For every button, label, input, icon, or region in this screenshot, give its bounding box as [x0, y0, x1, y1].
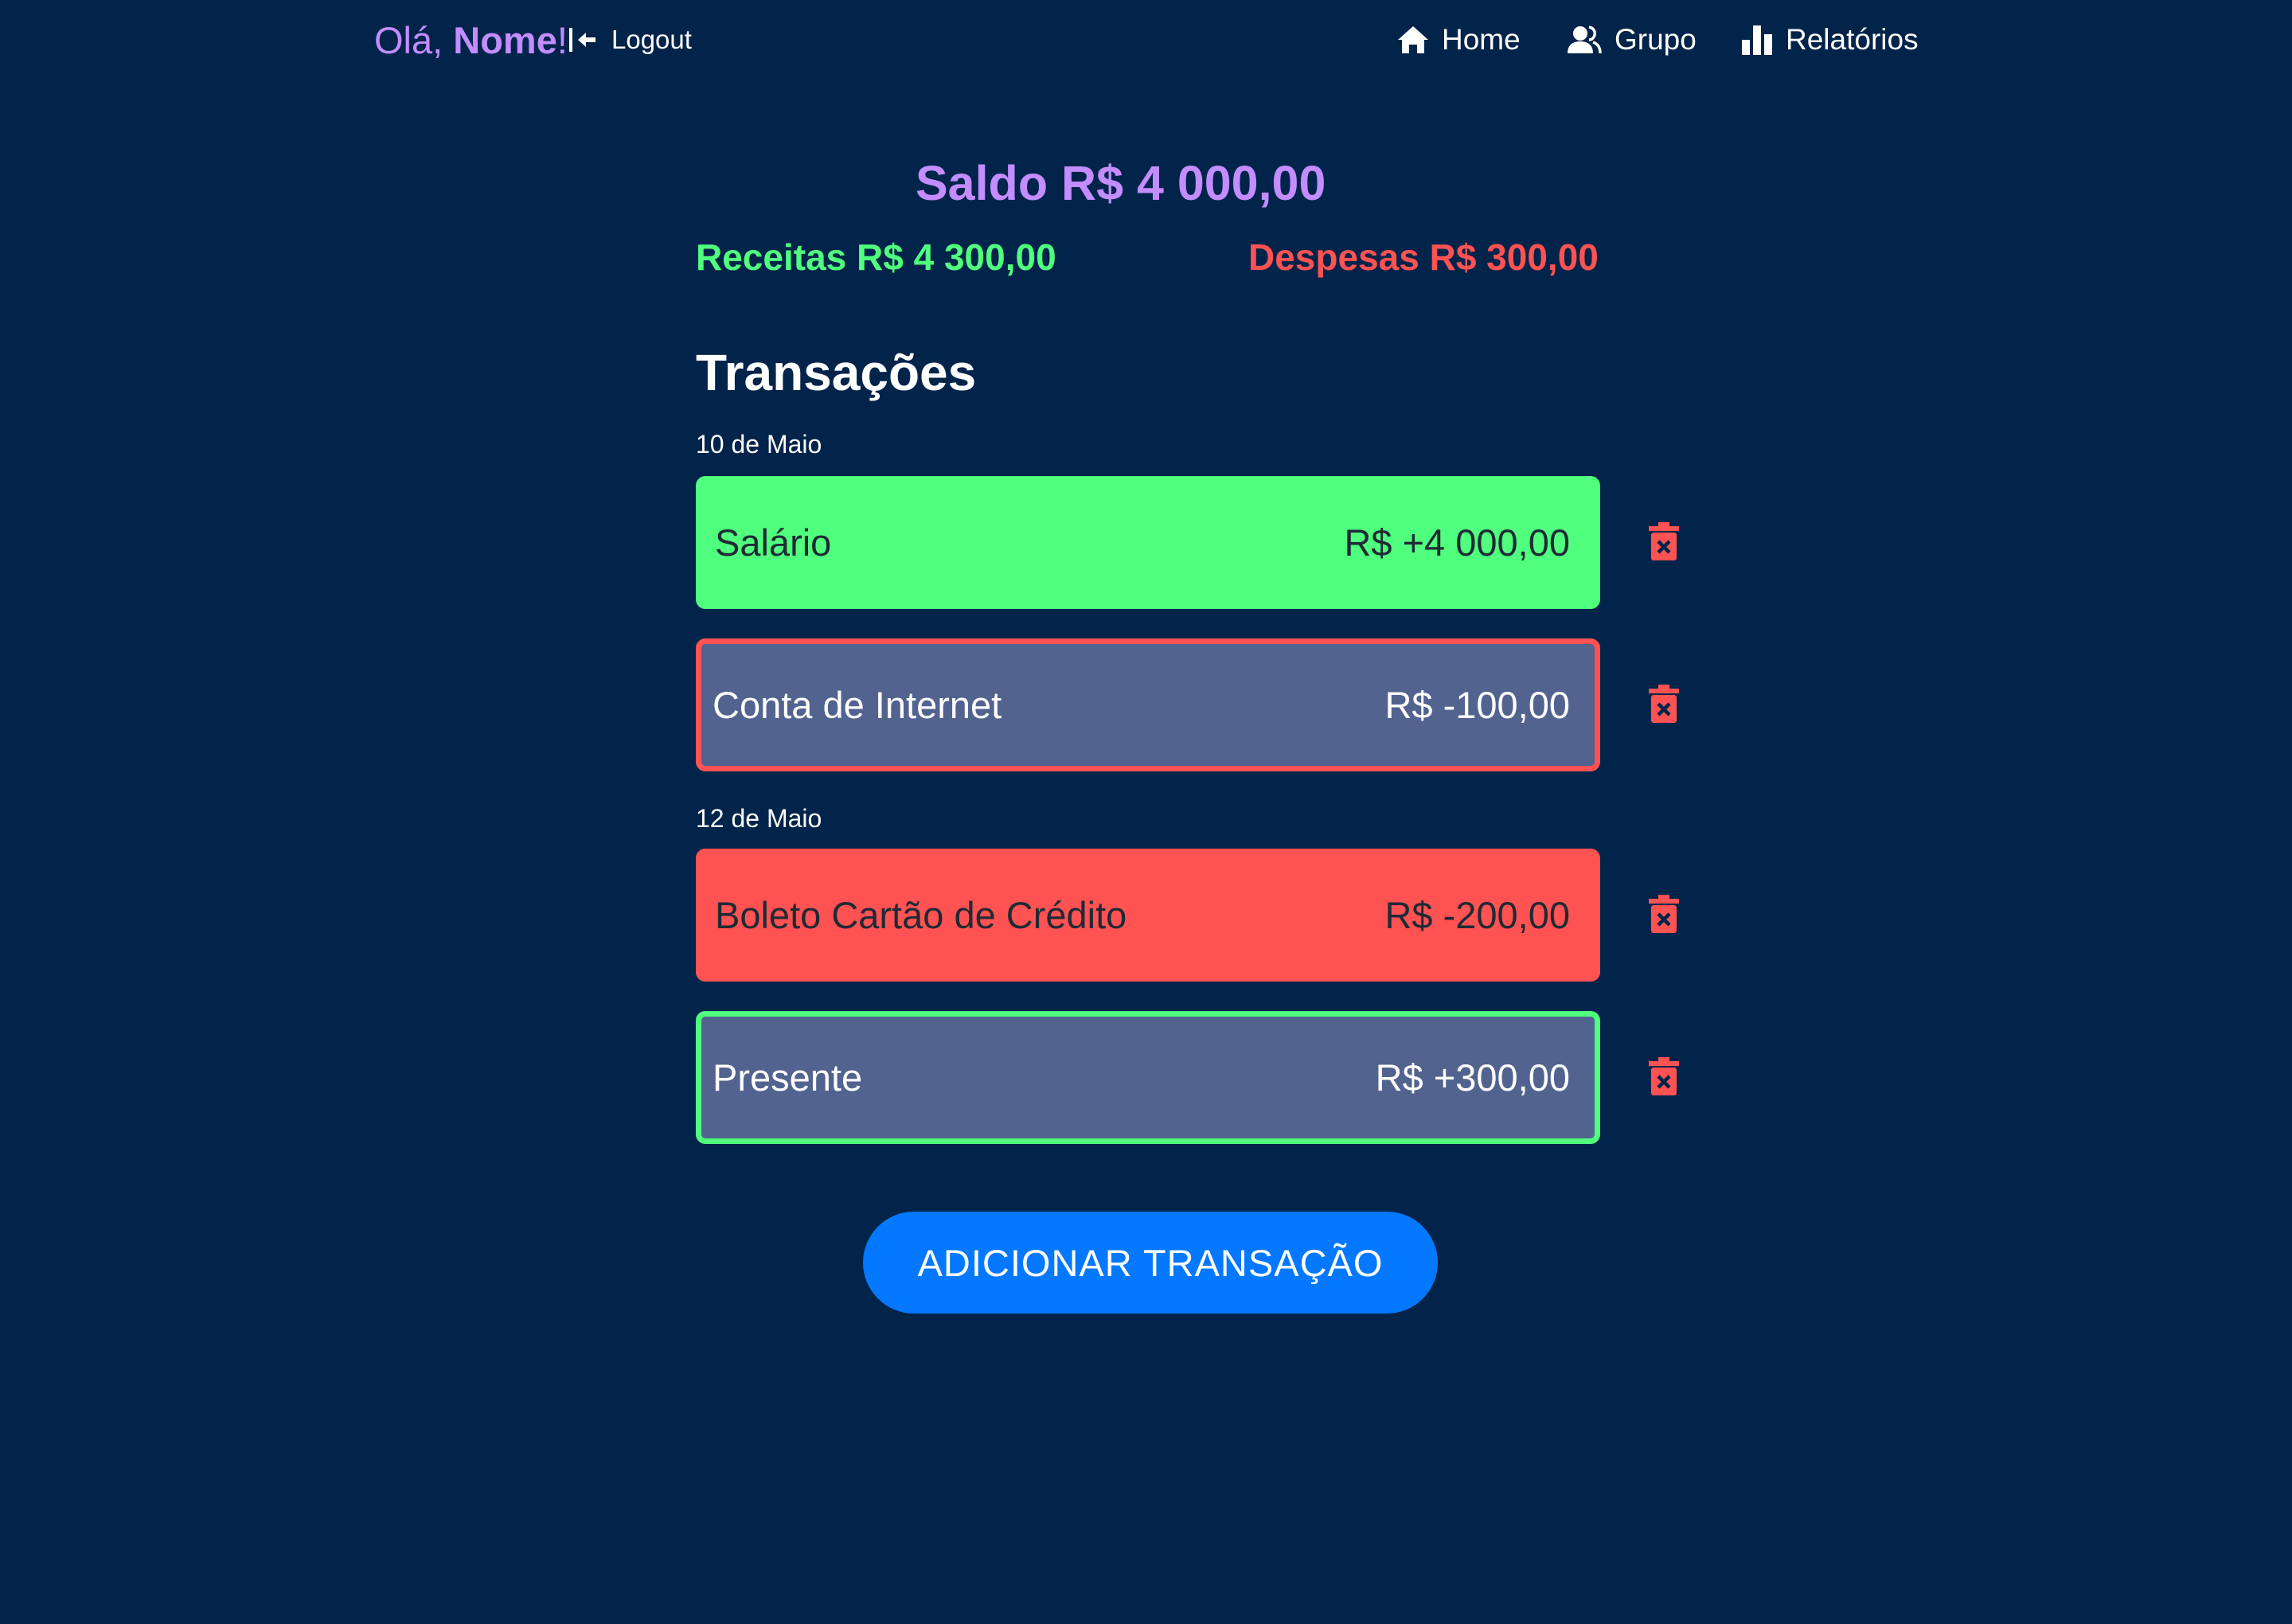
date-group-label: 10 de Maio: [696, 430, 822, 459]
nav-item-relatorios[interactable]: Relatórios: [1741, 18, 1919, 62]
delete-transaction-button[interactable]: [1649, 685, 1679, 723]
logout-label: Logout: [611, 25, 692, 54]
transaction-name: Boleto Cartão de Crédito: [715, 894, 1127, 936]
transaction-card-salario[interactable]: Salário R$ +4 000,00: [696, 476, 1600, 609]
home-icon: [1397, 25, 1429, 55]
delete-transaction-button[interactable]: [1649, 895, 1679, 933]
top-navigation-bar: Olá, Nome! Logout Home Grupo Relatórios: [0, 0, 2292, 80]
add-transaction-button[interactable]: ADICIONAR TRANSAÇÃO: [863, 1212, 1438, 1314]
greeting-suffix: !: [556, 19, 568, 61]
delete-transaction-button[interactable]: [1649, 1057, 1679, 1095]
transaction-name: Conta de Internet: [713, 684, 1002, 726]
transaction-name: Presente: [713, 1056, 863, 1099]
transaction-amount: R$ +300,00: [1375, 1056, 1570, 1099]
trash-delete-icon: [1649, 685, 1679, 723]
delete-transaction-button[interactable]: [1649, 522, 1679, 560]
expense-total: Despesas R$ 300,00: [1248, 236, 1599, 278]
nav-item-grupo-label: Grupo: [1615, 23, 1697, 56]
transaction-amount: R$ -200,00: [1384, 894, 1570, 936]
users-icon: [1567, 25, 1602, 55]
date-group-label: 12 de Maio: [696, 804, 822, 833]
nav-item-relatorios-label: Relatórios: [1786, 23, 1919, 56]
nav-item-grupo[interactable]: Grupo: [1567, 18, 1697, 62]
trash-delete-icon: [1649, 895, 1679, 933]
trash-delete-icon: [1649, 522, 1679, 560]
transaction-card-boleto[interactable]: Boleto Cartão de Crédito R$ -200,00: [696, 849, 1600, 982]
logout-button[interactable]: Logout: [568, 21, 692, 59]
transaction-card-presente[interactable]: Presente R$ +300,00: [696, 1011, 1600, 1144]
transaction-name: Salário: [715, 521, 832, 564]
transaction-amount: R$ -100,00: [1384, 684, 1570, 726]
nav-item-home-label: Home: [1442, 23, 1521, 56]
greeting: Olá, Nome!: [374, 18, 568, 64]
bar-chart-icon: [1741, 24, 1773, 56]
income-total: Receitas R$ 4 300,00: [696, 236, 1056, 278]
greeting-user-name: Nome: [453, 19, 557, 61]
transaction-card-conta-internet[interactable]: Conta de Internet R$ -100,00: [696, 638, 1600, 771]
transaction-amount: R$ +4 000,00: [1344, 521, 1570, 564]
trash-delete-icon: [1649, 1057, 1679, 1095]
nav-item-home[interactable]: Home: [1397, 18, 1521, 62]
balance-total: Saldo R$ 4 000,00: [916, 156, 1326, 210]
logout-arrow-icon: [568, 26, 597, 53]
transactions-heading: Transações: [696, 344, 977, 401]
greeting-prefix: Olá,: [374, 19, 454, 61]
